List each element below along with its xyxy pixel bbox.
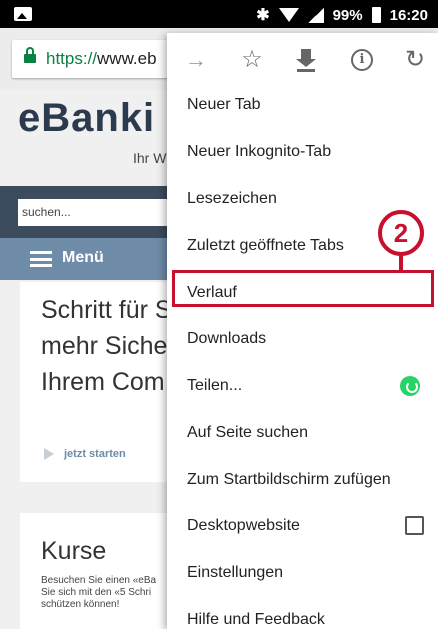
- start-link[interactable]: jetzt starten: [44, 448, 126, 460]
- forward-icon[interactable]: →: [183, 47, 209, 73]
- menu-item-label: Downloads: [187, 330, 267, 347]
- menu-icon-row: → ☆ i ↻: [167, 33, 438, 89]
- info-icon[interactable]: i: [349, 47, 375, 73]
- battery-icon: [371, 7, 381, 23]
- menu-item-add-to-home-screen[interactable]: Zum Startbildschirm zufügen: [167, 458, 438, 504]
- menu-item-label: Einstellungen: [187, 564, 284, 581]
- url-text: https://www.eb: [46, 49, 157, 68]
- menu-item-desktop-site[interactable]: Desktopwebsite: [167, 504, 438, 550]
- courses-text-line: Besuchen Sie einen «eBa: [41, 575, 157, 586]
- courses-heading: Kurse: [41, 537, 107, 565]
- courses-text-line: Sie sich mit den «5 Schri: [41, 587, 152, 598]
- status-icons: ✱ 99% 16:20: [256, 5, 428, 25]
- signal-icon: [307, 7, 324, 23]
- clock: 16:20: [389, 6, 428, 24]
- menu-item-label: Lesezeichen: [187, 190, 277, 207]
- desktop-site-checkbox[interactable]: [405, 516, 424, 535]
- menu-item-label: Hilfe und Feedback: [187, 611, 325, 628]
- reload-icon[interactable]: ↻: [402, 47, 428, 73]
- step-badge-connector: [399, 256, 403, 271]
- courses-text-line: schützen können!: [41, 599, 120, 610]
- menu-item-downloads[interactable]: Downloads: [167, 317, 438, 363]
- gallery-notification-icon: [14, 7, 32, 21]
- courses-text: Besuchen Sie einen «eBa Sie sich mit den…: [41, 575, 181, 611]
- menu-item-label: Neuer Tab: [187, 96, 261, 113]
- menu-item-label: Auf Seite suchen: [187, 424, 308, 441]
- step-highlight-frame: [172, 270, 434, 307]
- menu-item-new-incognito-tab[interactable]: Neuer Inkognito-Tab: [167, 130, 438, 176]
- wifi-icon: [278, 8, 299, 22]
- site-tagline: Ihr W: [133, 150, 167, 166]
- lock-icon: [24, 47, 36, 64]
- play-icon: [44, 448, 54, 460]
- menu-item-label: Desktopwebsite: [187, 517, 300, 534]
- menu-item-find-in-page[interactable]: Auf Seite suchen: [167, 411, 438, 457]
- bluetooth-icon: ✱: [256, 7, 270, 24]
- menu-item-settings[interactable]: Einstellungen: [167, 551, 438, 597]
- site-menu-label: Menü: [62, 249, 104, 266]
- battery-percent: 99%: [332, 6, 363, 24]
- menu-item-help-feedback[interactable]: Hilfe und Feedback: [167, 598, 438, 629]
- site-logo[interactable]: eBanki: [18, 96, 155, 141]
- menu-item-label: Neuer Inkognito-Tab: [187, 143, 332, 160]
- site-search-input[interactable]: suchen...: [18, 199, 178, 226]
- step-number-badge: 2: [378, 210, 424, 256]
- star-icon[interactable]: ☆: [239, 47, 265, 73]
- status-bar: ✱ 99% 16:20: [0, 0, 438, 28]
- menu-item-label: Teilen...: [187, 377, 243, 394]
- menu-item-label: Zuletzt geöffnete Tabs: [187, 237, 344, 254]
- start-link-label: jetzt starten: [64, 448, 126, 460]
- menu-item-new-tab[interactable]: Neuer Tab: [167, 83, 438, 129]
- menu-item-share[interactable]: Teilen...: [167, 364, 438, 410]
- download-icon[interactable]: [293, 47, 319, 73]
- browser-overflow-menu: → ☆ i ↻ Neuer Tab Neuer Inkognito-Tab Le…: [167, 33, 438, 629]
- whatsapp-icon[interactable]: [400, 376, 420, 396]
- menu-item-label: Zum Startbildschirm zufügen: [187, 471, 391, 488]
- hamburger-icon: [30, 251, 52, 267]
